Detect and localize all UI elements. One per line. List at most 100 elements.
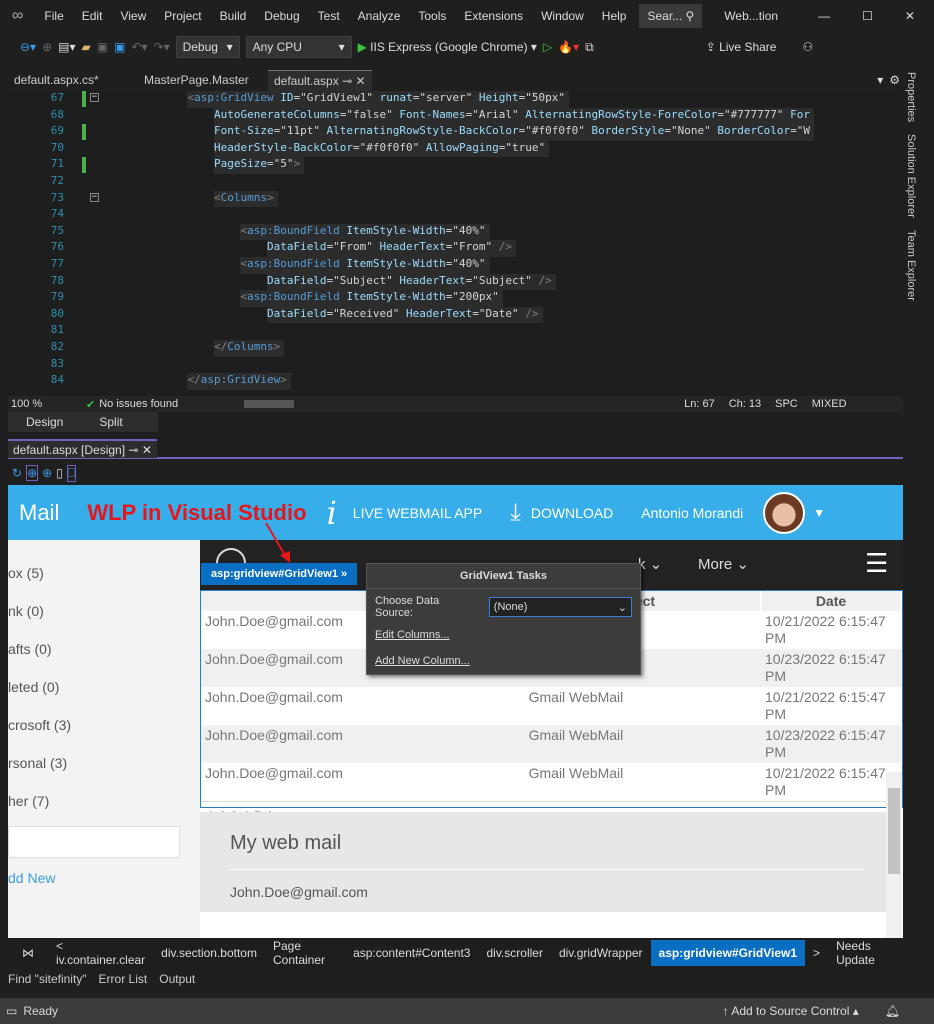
open-folder-icon[interactable]: ▰: [82, 40, 91, 54]
user-name[interactable]: Antonio Morandi: [641, 505, 743, 521]
vertical-scrollbar[interactable]: [886, 772, 902, 938]
code-line[interactable]: 70 HeaderStyle-BackColor="#f0f0f0" Allow…: [8, 140, 903, 158]
close-tab-icon[interactable]: ✕: [142, 443, 152, 457]
design-surface[interactable]: Mail WLP in Visual Studio i LIVE WEBMAIL…: [8, 485, 903, 938]
breadcrumb-item[interactable]: div.section.bottom: [153, 946, 265, 960]
user-menu-chevron-icon[interactable]: ▼: [813, 506, 825, 520]
minimize-button[interactable]: —: [818, 9, 830, 23]
folder-input[interactable]: [8, 826, 180, 858]
pin-icon[interactable]: ⊸: [128, 443, 138, 457]
line-endings[interactable]: MIXED: [812, 398, 847, 410]
table-row[interactable]: John.Doe@gmail.com Gmail WebMail 10/21/202…: [201, 763, 901, 801]
menu-test[interactable]: Test: [309, 9, 349, 23]
globe-icon[interactable]: ⊕: [42, 466, 52, 480]
breadcrumb-item[interactable]: < iv.container.clear: [48, 939, 153, 967]
code-line[interactable]: 73 − <Columns>: [8, 190, 903, 208]
menu-file[interactable]: File: [35, 9, 72, 23]
menu-window[interactable]: Window: [532, 9, 593, 23]
back-icon[interactable]: ⊖▾: [20, 40, 36, 54]
document-icon[interactable]: ▯: [56, 466, 63, 480]
close-window-button[interactable]: ✕: [905, 9, 915, 23]
tab-output[interactable]: Output: [159, 972, 195, 992]
code-line[interactable]: 83: [8, 357, 903, 374]
gridview-smart-tag[interactable]: asp:gridview#GridView1 »: [201, 563, 358, 585]
menu-help[interactable]: Help: [593, 9, 636, 23]
platform-dropdown[interactable]: Any CPU ▾: [245, 36, 352, 58]
tab-default-aspx[interactable]: default.aspx ⊸ ✕: [268, 70, 372, 91]
breadcrumb-item[interactable]: Page Container: [265, 939, 345, 967]
edit-page-icon[interactable]: ⊕: [26, 465, 39, 481]
hamburger-icon[interactable]: ☰: [865, 548, 888, 579]
split-view-button[interactable]: Split: [81, 412, 140, 432]
save-all-icon[interactable]: ▣: [114, 40, 125, 54]
forward-icon[interactable]: ⊕: [42, 40, 52, 54]
redo-icon[interactable]: ↷▾: [154, 40, 170, 54]
pin-icon[interactable]: ⊸: [342, 74, 352, 88]
tab-find-results[interactable]: Find "sitefinity": [8, 972, 87, 992]
device-icon[interactable]: ⎕: [66, 464, 76, 482]
configuration-dropdown[interactable]: Debug ▾: [175, 36, 240, 58]
code-line[interactable]: 68 AutoGenerateColumns="false" Font-Name…: [8, 107, 903, 125]
refresh-icon[interactable]: ↻: [12, 466, 22, 480]
info-icon[interactable]: i: [327, 494, 337, 532]
needs-update-status[interactable]: Needs Update: [828, 939, 903, 967]
undo-icon[interactable]: ↶▾: [131, 40, 147, 54]
tab-properties[interactable]: Properties: [905, 66, 917, 128]
bell-icon[interactable]: 🔔︎: [859, 1004, 934, 1018]
avatar[interactable]: [763, 491, 806, 534]
start-without-debug-icon[interactable]: ▷: [543, 40, 552, 54]
breadcrumb-selected[interactable]: asp:gridview#GridView1: [650, 940, 806, 966]
save-icon[interactable]: ▣: [97, 40, 108, 54]
code-line[interactable]: 76 DataField="From" HeaderText="From" />: [8, 240, 903, 257]
edit-columns-link[interactable]: Edit Columns...: [367, 625, 640, 645]
new-project-icon[interactable]: ▤▾: [58, 40, 75, 54]
download-link[interactable]: DOWNLOAD: [531, 505, 613, 521]
code-line[interactable]: 75 <asp:BoundField ItemStyle-Width="40%": [8, 223, 903, 241]
menu-edit[interactable]: Edit: [73, 9, 112, 23]
folder-junk[interactable]: nk (0): [8, 592, 200, 630]
code-line[interactable]: 80 DataField="Received" HeaderText="Date…: [8, 306, 903, 324]
column-header-date[interactable]: Date: [761, 591, 902, 611]
code-line[interactable]: 72: [8, 174, 903, 191]
add-column-link[interactable]: Add New Column...: [367, 645, 640, 677]
maximize-button[interactable]: ☐: [862, 9, 873, 23]
collapse-icon[interactable]: −: [90, 192, 99, 202]
tab-masterpage[interactable]: MasterPage.Master: [138, 70, 268, 91]
nav-more[interactable]: More ⌄: [698, 555, 749, 573]
code-line[interactable]: 84 </asp:GridView>: [8, 373, 903, 390]
search-box[interactable]: Sear... ⚲: [639, 4, 703, 28]
table-row[interactable]: John.Doe@gmail.com Gmail WebMail 10/21/202…: [201, 687, 901, 725]
live-app-link[interactable]: LIVE WEBMAIL APP: [353, 505, 482, 521]
source-control-button[interactable]: ↑ Add to Source Control ▴: [723, 1004, 859, 1018]
browser-link-icon[interactable]: ⧉: [585, 40, 594, 55]
breadcrumb-item[interactable]: div.scroller: [478, 946, 550, 960]
code-line[interactable]: 69 Font-Size="11pt" AlternatingRowStyle-…: [8, 124, 903, 141]
menu-view[interactable]: View: [111, 9, 155, 23]
folder-drafts[interactable]: afts (0): [8, 630, 200, 668]
menu-debug[interactable]: Debug: [255, 9, 308, 23]
menu-build[interactable]: Build: [211, 9, 256, 23]
code-line[interactable]: 77 <asp:BoundField ItemStyle-Width="40%": [8, 256, 903, 274]
code-line[interactable]: 67 − <asp:GridView ID="GridView1" runat="…: [8, 91, 903, 108]
folder-personal[interactable]: rsonal (3): [8, 744, 200, 782]
add-new-link[interactable]: dd New: [8, 870, 200, 886]
tab-team-explorer[interactable]: Team Explorer: [905, 224, 917, 307]
live-share-button[interactable]: ⇪ Live Share: [706, 40, 777, 54]
tab-default-aspx-cs[interactable]: default.aspx.cs*: [8, 70, 138, 91]
menu-tools[interactable]: Tools: [409, 9, 455, 23]
zoom-level[interactable]: 100 %: [8, 398, 68, 410]
brand-name[interactable]: Mail: [19, 500, 59, 526]
collapse-icon[interactable]: −: [90, 93, 99, 102]
feedback-icon[interactable]: ⚇: [802, 40, 813, 54]
close-tab-icon[interactable]: ✕: [355, 74, 365, 88]
folder-other[interactable]: her (7): [8, 782, 200, 820]
code-line[interactable]: 78 DataField="Subject" HeaderText="Subje…: [8, 273, 903, 291]
folder-microsoft[interactable]: crosoft (3): [8, 706, 200, 744]
nav-partial-item[interactable]: k ⌄: [638, 555, 662, 573]
horizontal-scrollbar[interactable]: [234, 400, 664, 408]
folder-inbox[interactable]: ox (5): [8, 554, 200, 592]
breadcrumb-item[interactable]: asp:content#Content3: [345, 946, 478, 960]
run-button[interactable]: ▶ IIS Express (Google Chrome) ▾: [358, 40, 537, 54]
tab-design[interactable]: default.aspx [Design] ⊸ ✕: [8, 439, 157, 458]
code-line[interactable]: 82 </Columns>: [8, 339, 903, 357]
